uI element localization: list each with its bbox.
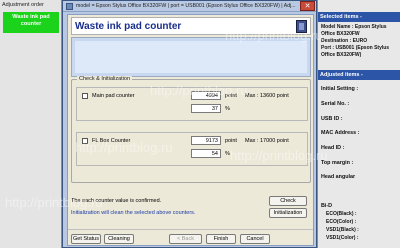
app-icon: [66, 3, 73, 10]
watermark: http://printblog.ru: [5, 195, 103, 210]
destination: Destination : EURO: [321, 38, 368, 44]
get-status-button[interactable]: Get Status: [71, 234, 101, 244]
title-bar: model = Epson Stylus Office BX320FW | po…: [63, 1, 316, 12]
bid-row: VSD1(Color) :: [326, 235, 359, 241]
footer-bar: Get Status Cleaning < Back Finish Cancel: [68, 229, 313, 245]
cleaning-button[interactable]: Cleaning: [104, 234, 134, 244]
finish-button[interactable]: Finish: [206, 234, 236, 244]
watermark: http://printblog.ru: [75, 140, 173, 155]
fl-box-value: 9173: [191, 136, 221, 145]
adjustment-item-waste-ink[interactable]: Waste ink pad counter: [3, 12, 59, 33]
main-pad-percent: 37: [191, 104, 221, 113]
watermark: http://printblog.ru: [225, 28, 323, 43]
info-side-panel: Selected items - Model Name : Epson Styl…: [317, 0, 400, 248]
check-button[interactable]: Check: [269, 196, 307, 206]
close-button[interactable]: ✕: [300, 1, 315, 11]
bi-d: Bi-D: [321, 203, 333, 209]
back-button[interactable]: < Back: [169, 234, 202, 244]
main-pad-percent-unit: %: [225, 106, 230, 112]
adjusted-items-header: Adjusted items -: [318, 70, 400, 80]
usb-id: USB ID :: [321, 116, 343, 122]
init-message: Initialization will clean the selected a…: [71, 210, 196, 216]
initial-setting: Initial Setting :: [321, 86, 359, 92]
info-area: [71, 37, 311, 77]
info-area-inner: [75, 41, 307, 73]
bid-row: ECO(Black) :: [326, 211, 357, 217]
main-pad-checkbox[interactable]: [82, 93, 88, 99]
port-info: Port : USB001 (Epson Stylus Office BX320…: [321, 45, 390, 58]
main-pad-label: Main pad counter: [92, 93, 135, 99]
fl-box-max: Max : 17000 point: [245, 138, 289, 144]
head-angular: Head angular: [321, 174, 356, 180]
content-area: Waste ink pad counter Check & Initializa…: [67, 14, 314, 246]
serial-no: Serial No. :: [321, 101, 350, 107]
bid-row: ECO(Color) :: [326, 219, 357, 225]
fl-box-percent: 54: [191, 149, 221, 158]
model-name: Model Name : Epson Stylus Office BX320FW: [321, 24, 387, 37]
watermark: http://printblog.ru: [230, 148, 328, 163]
selected-items-header: Selected items -: [318, 12, 400, 22]
initialization-button[interactable]: Initialization: [269, 208, 307, 218]
window-title: model = Epson Stylus Office BX320FW | po…: [76, 3, 296, 9]
main-pad-max: Max : 13600 point: [245, 93, 289, 99]
adjustment-order-title: Adjustment order: [2, 2, 44, 8]
bid-row: VSD1(Black) :: [326, 227, 359, 233]
adjustment-order-panel: Adjustment order Waste ink pad counter: [0, 0, 62, 248]
fl-box-unit: point: [225, 138, 237, 144]
cancel-button[interactable]: Cancel: [240, 234, 270, 244]
mac-address: MAC Address :: [321, 130, 360, 136]
page-title: Waste ink pad counter: [75, 21, 182, 32]
watermark: http://printblog.ru: [150, 83, 248, 98]
group-title: Check & Initialization: [77, 76, 133, 82]
